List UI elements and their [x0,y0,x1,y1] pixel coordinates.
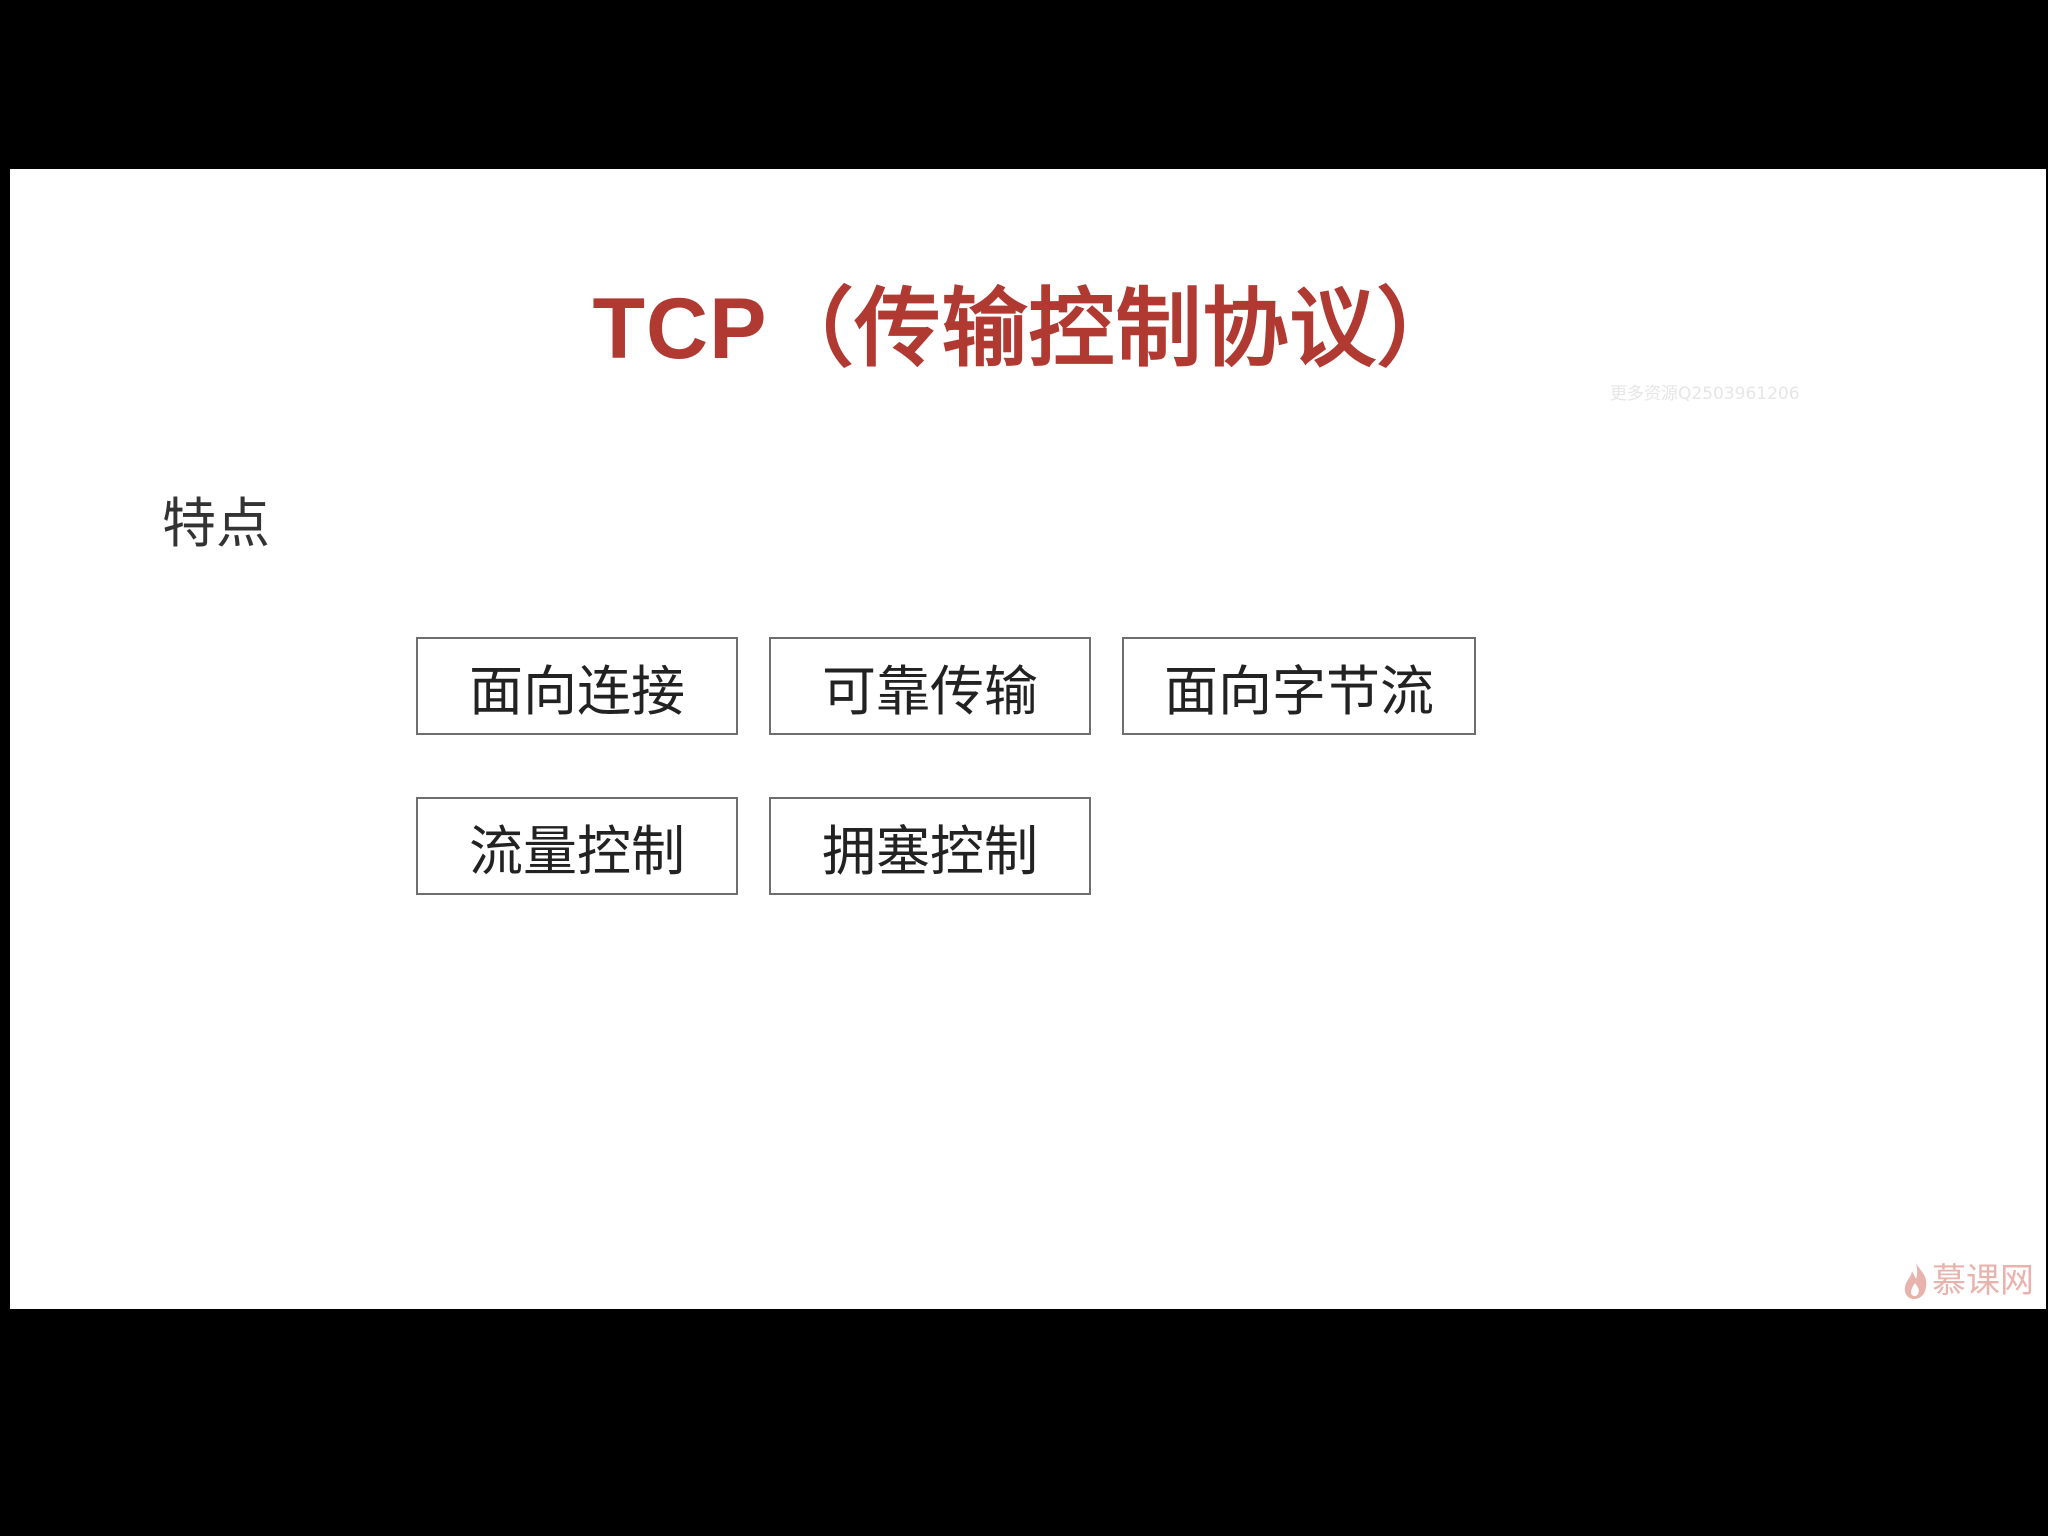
brand-text: 慕课网 [1932,1261,2034,1301]
feature-box: 拥塞控制 [769,797,1091,895]
feature-box: 流量控制 [416,797,738,895]
flame-icon [1902,1261,1930,1301]
section-label: 特点 [162,492,270,555]
presentation-slide: TCP（传输控制协议） 更多资源Q2503961206 特点 面向连接 可靠传输… [10,169,2046,1309]
slide-title: TCP（传输控制协议） [592,281,1464,377]
feature-box: 面向连接 [416,637,738,735]
feature-box: 可靠传输 [769,637,1091,735]
watermark-text: 更多资源Q2503961206 [1610,384,1800,404]
feature-box: 面向字节流 [1122,637,1476,735]
video-frame: TCP（传输控制协议） 更多资源Q2503961206 特点 面向连接 可靠传输… [0,0,2048,1536]
brand-logo: 慕课网 [1902,1259,2034,1303]
